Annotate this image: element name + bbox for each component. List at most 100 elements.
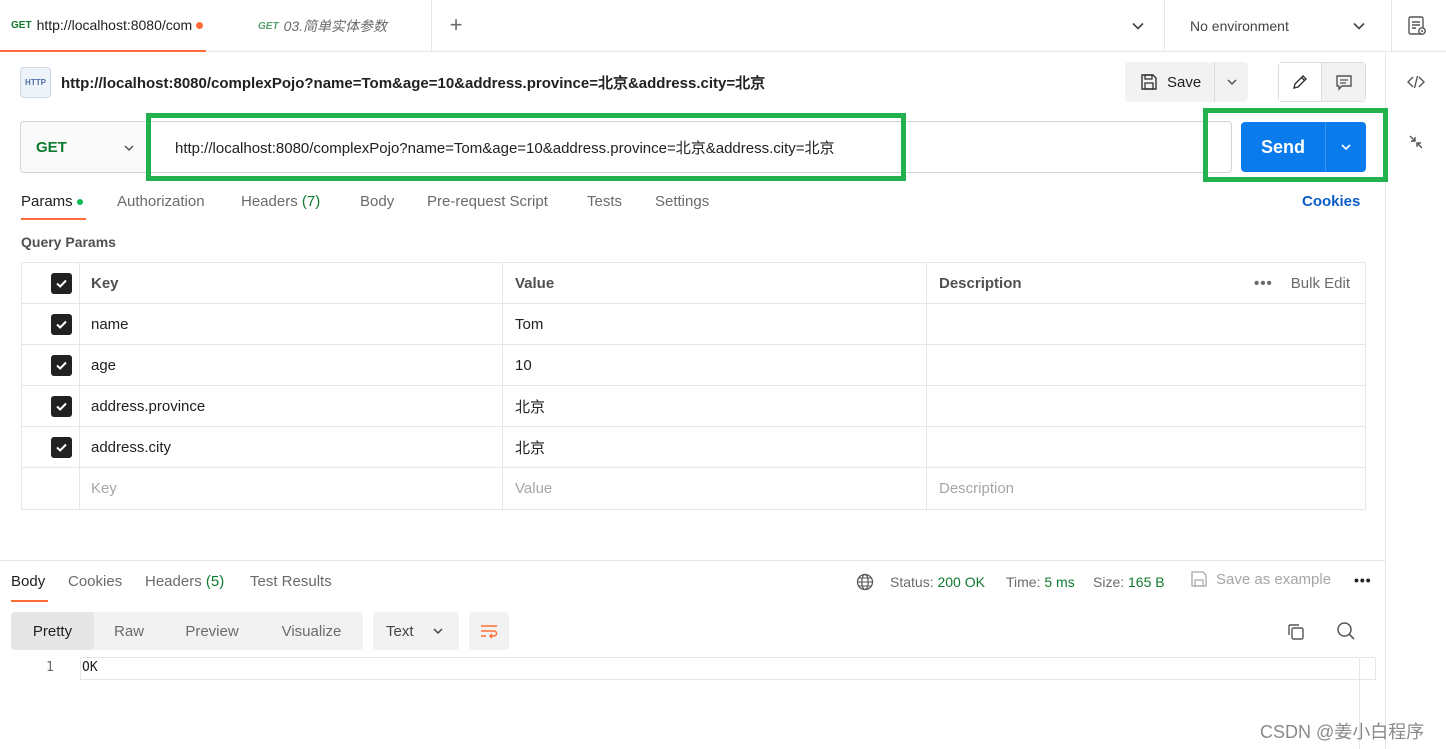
tab-params[interactable]: Params bbox=[21, 193, 83, 210]
param-key[interactable]: age bbox=[79, 345, 502, 386]
right-sidebar bbox=[1385, 52, 1446, 749]
response-tab-body[interactable]: Body bbox=[11, 573, 45, 590]
checkbox-checked-icon bbox=[51, 396, 72, 417]
table-row: address.province 北京 bbox=[22, 386, 1365, 427]
param-key[interactable]: address.province bbox=[79, 386, 502, 427]
tab-complexpojo-request[interactable]: GET http://localhost:8080/complexPojo?na… bbox=[0, 0, 206, 52]
tab-simple-entity-params[interactable]: GET 03.简单实体参数 bbox=[206, 0, 432, 52]
view-pretty[interactable]: Pretty bbox=[11, 612, 94, 650]
tab-tests[interactable]: Tests bbox=[587, 193, 622, 210]
response-status[interactable]: Status: 200 OK bbox=[890, 572, 985, 592]
response-time[interactable]: Time: 5 ms bbox=[1006, 572, 1075, 592]
request-title-row: HTTP http://localhost:8080/complexPojo?n… bbox=[20, 66, 765, 98]
tab-body[interactable]: Body bbox=[360, 193, 394, 210]
param-value[interactable]: 北京 bbox=[502, 386, 926, 427]
checkbox-checked-icon bbox=[51, 314, 72, 335]
new-key-input[interactable]: Key bbox=[79, 468, 502, 509]
response-body-editor[interactable] bbox=[80, 657, 1376, 680]
tab-authorization[interactable]: Authorization bbox=[117, 193, 205, 210]
tab-method: GET bbox=[11, 19, 32, 31]
column-description: Description ••• Bulk Edit bbox=[926, 263, 1366, 304]
response-more-options-icon[interactable]: ••• bbox=[1354, 572, 1372, 588]
column-value: Value bbox=[502, 263, 926, 304]
chevron-down-icon bbox=[1349, 16, 1369, 39]
row-checkbox[interactable] bbox=[22, 427, 79, 468]
param-description[interactable] bbox=[926, 304, 1366, 345]
code-snippet-icon[interactable] bbox=[1406, 72, 1426, 92]
wrap-lines-icon[interactable] bbox=[469, 612, 509, 650]
query-params-table: Key Value Description ••• Bulk Edit name… bbox=[21, 262, 1366, 510]
request-name[interactable]: http://localhost:8080/complexPojo?name=T… bbox=[61, 72, 765, 93]
environment-quick-look-icon[interactable] bbox=[1405, 14, 1429, 38]
new-param-row: Key Value Description bbox=[22, 468, 1365, 509]
tabs-overflow-chevron-down-icon[interactable] bbox=[1128, 16, 1148, 36]
network-globe-icon[interactable] bbox=[856, 572, 874, 592]
comments-icon[interactable] bbox=[1322, 63, 1365, 101]
param-value[interactable]: 10 bbox=[502, 345, 926, 386]
param-description[interactable] bbox=[926, 427, 1366, 468]
param-description[interactable] bbox=[926, 386, 1366, 427]
tab-pre-request-script[interactable]: Pre-request Script bbox=[427, 193, 548, 210]
row-checkbox[interactable] bbox=[22, 345, 79, 386]
save-as-example-button[interactable]: Save as example bbox=[1190, 570, 1331, 588]
method-label: GET bbox=[36, 138, 67, 156]
new-value-input[interactable]: Value bbox=[502, 468, 926, 509]
tab-bar: GET http://localhost:8080/complexPojo?na… bbox=[0, 0, 1446, 52]
response-tab-cookies[interactable]: Cookies bbox=[68, 573, 122, 590]
url-highlight-box bbox=[146, 113, 906, 181]
send-button[interactable]: Send bbox=[1241, 122, 1326, 172]
http-method-select[interactable]: GET bbox=[20, 121, 148, 173]
response-tab-test-results[interactable]: Test Results bbox=[250, 573, 332, 590]
table-header-row: Key Value Description ••• Bulk Edit bbox=[22, 263, 1365, 304]
param-value[interactable]: 北京 bbox=[502, 427, 926, 468]
unsaved-dot-icon bbox=[195, 21, 203, 29]
table-row: age 10 bbox=[22, 345, 1365, 386]
response-tab-headers[interactable]: Headers (5) bbox=[145, 573, 224, 590]
table-row: address.city 北京 bbox=[22, 427, 1365, 468]
select-all-checkbox[interactable] bbox=[22, 263, 79, 304]
save-disk-icon bbox=[1141, 74, 1157, 90]
new-description-input[interactable]: Description bbox=[926, 468, 1366, 509]
pencil-edit-icon[interactable] bbox=[1279, 63, 1322, 101]
tab-method: GET bbox=[258, 20, 279, 32]
environment-label: No environment bbox=[1190, 18, 1289, 34]
send-button-group: Send bbox=[1241, 122, 1366, 172]
save-options-chevron-down-icon[interactable] bbox=[1215, 62, 1248, 102]
tab-settings[interactable]: Settings bbox=[655, 193, 709, 210]
param-description[interactable] bbox=[926, 345, 1366, 386]
row-checkbox[interactable] bbox=[22, 386, 79, 427]
tab-headers[interactable]: Headers (7) bbox=[241, 193, 320, 210]
watermark: CSDN @姜小白程序 bbox=[1260, 722, 1425, 742]
collapse-arrows-icon[interactable] bbox=[1406, 132, 1426, 152]
view-visualize[interactable]: Visualize bbox=[260, 612, 363, 650]
param-key[interactable]: name bbox=[79, 304, 502, 345]
params-active-dot-icon bbox=[76, 199, 83, 206]
edit-comment-toggle bbox=[1278, 62, 1366, 102]
environment-selector[interactable]: No environment bbox=[1164, 0, 1392, 52]
response-format-select[interactable]: Text bbox=[373, 612, 459, 650]
response-size[interactable]: Size: 165 B bbox=[1093, 572, 1165, 592]
copy-icon[interactable] bbox=[1286, 622, 1306, 645]
save-label: Save bbox=[1167, 73, 1202, 91]
save-button[interactable]: Save bbox=[1125, 62, 1215, 102]
save-example-icon bbox=[1191, 571, 1207, 587]
cookies-link[interactable]: Cookies bbox=[1302, 193, 1360, 210]
active-tab-indicator bbox=[21, 218, 86, 220]
send-options-chevron-down-icon[interactable] bbox=[1326, 122, 1366, 172]
param-key[interactable]: address.city bbox=[79, 427, 502, 468]
table-row: name Tom bbox=[22, 304, 1365, 345]
param-value[interactable]: Tom bbox=[502, 304, 926, 345]
new-tab-plus-icon[interactable]: + bbox=[444, 13, 468, 37]
bulk-edit-button[interactable]: ••• Bulk Edit bbox=[1254, 263, 1350, 304]
search-icon[interactable] bbox=[1336, 621, 1356, 644]
view-preview[interactable]: Preview bbox=[164, 612, 260, 650]
checkbox-checked-icon bbox=[51, 437, 72, 458]
status-value: 200 OK bbox=[937, 574, 985, 590]
time-value: 5 ms bbox=[1044, 574, 1075, 590]
empty-checkbox-cell bbox=[22, 468, 79, 509]
more-options-icon[interactable]: ••• bbox=[1254, 275, 1273, 292]
line-number: 1 bbox=[46, 660, 54, 675]
row-checkbox[interactable] bbox=[22, 304, 79, 345]
view-raw[interactable]: Raw bbox=[94, 612, 164, 650]
checkbox-checked-icon bbox=[51, 273, 72, 294]
